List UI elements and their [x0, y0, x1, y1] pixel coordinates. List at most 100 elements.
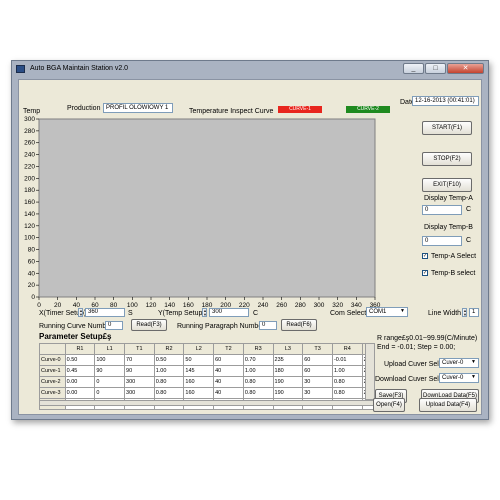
- table-row[interactable]: Curve-30.0003000.80160400.80190300.80200: [39, 387, 376, 399]
- y-tick-label: 60: [28, 258, 36, 265]
- line-width-field[interactable]: 1: [469, 308, 479, 317]
- y-tick-label: 280: [24, 128, 35, 135]
- table-cell[interactable]: 40: [213, 376, 244, 388]
- table-cell[interactable]: 0.80: [331, 387, 363, 399]
- com-select-dropdown[interactable]: COM1 ▼: [366, 307, 408, 317]
- table-cell[interactable]: 0.00: [64, 387, 96, 399]
- row-header: Curve-2: [39, 376, 66, 388]
- temp-a-select-checkbox[interactable]: ✓: [422, 253, 428, 259]
- x-tick-label: 280: [295, 302, 306, 309]
- table-cell[interactable]: 0: [94, 387, 126, 399]
- table-cell[interactable]: -0.01: [331, 354, 363, 366]
- line-width-spinner[interactable]: ▲ ▼: [462, 308, 467, 317]
- table-cell[interactable]: 190: [272, 387, 304, 399]
- table-cell[interactable]: 50: [183, 354, 215, 366]
- table-cell[interactable]: 0.50: [153, 354, 185, 366]
- x-timer-spinner[interactable]: ▲ ▼: [78, 308, 83, 317]
- table-cell[interactable]: 0.80: [242, 376, 274, 388]
- table-cell[interactable]: 0.80: [331, 376, 363, 388]
- open-button[interactable]: Open(F4): [373, 398, 405, 412]
- table-cell[interactable]: 40: [213, 387, 244, 399]
- table-row[interactable]: Curve-00.50100700.5050600.7023560-0.0125: [39, 354, 376, 366]
- upload-cuver-select[interactable]: Cuver-0 ▼: [439, 358, 479, 368]
- column-header: T1: [124, 343, 155, 355]
- table-cell[interactable]: 300: [124, 376, 155, 388]
- running-paragraph-label: Running Paragraph Number: [177, 323, 265, 330]
- table-cell[interactable]: 1.00: [331, 365, 363, 377]
- temp-a-field: 0: [422, 205, 462, 215]
- chevron-down-icon: ▼: [400, 308, 405, 314]
- table-cell[interactable]: 60: [302, 365, 333, 377]
- y-tick-label: 40: [28, 270, 36, 277]
- parameter-setup-title: Parameter Setup£ş: [39, 332, 112, 341]
- table-cell[interactable]: 0.80: [153, 376, 185, 388]
- x-tick-label: 340: [351, 302, 362, 309]
- read-f3-button[interactable]: Read(F3): [131, 319, 167, 331]
- table-cell[interactable]: 1.00: [153, 365, 185, 377]
- download-cuver-select[interactable]: Cuver-0 ▼: [439, 373, 479, 383]
- y-tick-label: 140: [24, 211, 35, 218]
- table-cell[interactable]: 0.80: [242, 387, 274, 399]
- table-cell[interactable]: 60: [213, 354, 244, 366]
- table-cell[interactable]: 60: [302, 354, 333, 366]
- table-cell[interactable]: 235: [272, 354, 304, 366]
- column-header: R1: [64, 343, 96, 355]
- x-tick-label: 160: [183, 302, 194, 309]
- table-cell[interactable]: 0.50: [64, 354, 96, 366]
- x-tick-label: 100: [127, 302, 138, 309]
- x-timer-field[interactable]: 360: [85, 308, 125, 317]
- temp-b-select-checkbox[interactable]: ✓: [422, 270, 428, 276]
- date-field: 12-16-2013 (00:41:01): [412, 96, 479, 106]
- y-temp-spinner[interactable]: ▲ ▼: [202, 308, 207, 317]
- table-cell[interactable]: 100: [94, 354, 126, 366]
- start-button[interactable]: START(F1): [422, 121, 472, 135]
- upload-data-button[interactable]: Upload Data(F4): [419, 398, 477, 412]
- table-cell[interactable]: 30: [302, 376, 333, 388]
- table-cell[interactable]: 0: [94, 376, 126, 388]
- column-header: L1: [94, 343, 126, 355]
- x-tick-label: 260: [276, 302, 287, 309]
- table-horizontal-scrollbar[interactable]: [39, 400, 375, 406]
- close-button[interactable]: ✕: [447, 63, 484, 74]
- table-cell[interactable]: 145: [183, 365, 215, 377]
- table-cell[interactable]: 160: [183, 376, 215, 388]
- table-cell[interactable]: 190: [272, 376, 304, 388]
- table-cell[interactable]: 180: [272, 365, 304, 377]
- row-header: Curve-0: [39, 354, 66, 366]
- y-tick-label: 180: [24, 187, 35, 194]
- table-cell[interactable]: 300: [124, 387, 155, 399]
- exit-button[interactable]: EXIT(F10): [422, 178, 472, 192]
- table-cell[interactable]: 0.70: [242, 354, 274, 366]
- y-temp-field[interactable]: 300: [209, 308, 249, 317]
- table-row[interactable]: Curve-20.0003000.80160400.80190300.80200: [39, 376, 376, 388]
- temp-b-unit: C: [466, 237, 472, 244]
- table-row[interactable]: Curve-10.4590901.00145401.00180601.00240: [39, 365, 376, 377]
- table-cell[interactable]: 0.00: [64, 376, 96, 388]
- running-curve-field[interactable]: 0: [105, 321, 123, 330]
- stop-button[interactable]: STOP(F2): [422, 152, 472, 166]
- table-cell[interactable]: 1.00: [242, 365, 274, 377]
- chevron-down-icon: ▼: [471, 359, 476, 365]
- read-f6-button[interactable]: Read(F6): [281, 319, 317, 331]
- table-cell[interactable]: 160: [183, 387, 215, 399]
- maximize-button[interactable]: □: [425, 63, 446, 74]
- table-cell[interactable]: 0.45: [64, 365, 96, 377]
- table-cell[interactable]: 90: [124, 365, 155, 377]
- end-step-text: End = -0.01; Step = 0.00;: [377, 344, 456, 351]
- row-header: Curve-1: [39, 365, 66, 377]
- table-cell[interactable]: 40: [213, 365, 244, 377]
- com-select-label: Com Select: [330, 310, 367, 317]
- x-tick-label: 20: [54, 302, 62, 309]
- table-cell[interactable]: 70: [124, 354, 155, 366]
- table-cell[interactable]: 90: [94, 365, 126, 377]
- minimize-button[interactable]: _: [403, 63, 424, 74]
- x-tick-label: 120: [146, 302, 157, 309]
- production-field[interactable]: PROFIL OLOWIOWY 1: [103, 103, 173, 113]
- line-width-label: Line Width: [428, 310, 462, 317]
- column-header: L3: [272, 343, 304, 355]
- table-scrollbar[interactable]: [365, 343, 375, 400]
- table-cell[interactable]: 30: [302, 387, 333, 399]
- running-paragraph-field[interactable]: 0: [259, 321, 277, 330]
- x-timer-unit: S: [128, 310, 133, 317]
- table-cell[interactable]: 0.80: [153, 387, 185, 399]
